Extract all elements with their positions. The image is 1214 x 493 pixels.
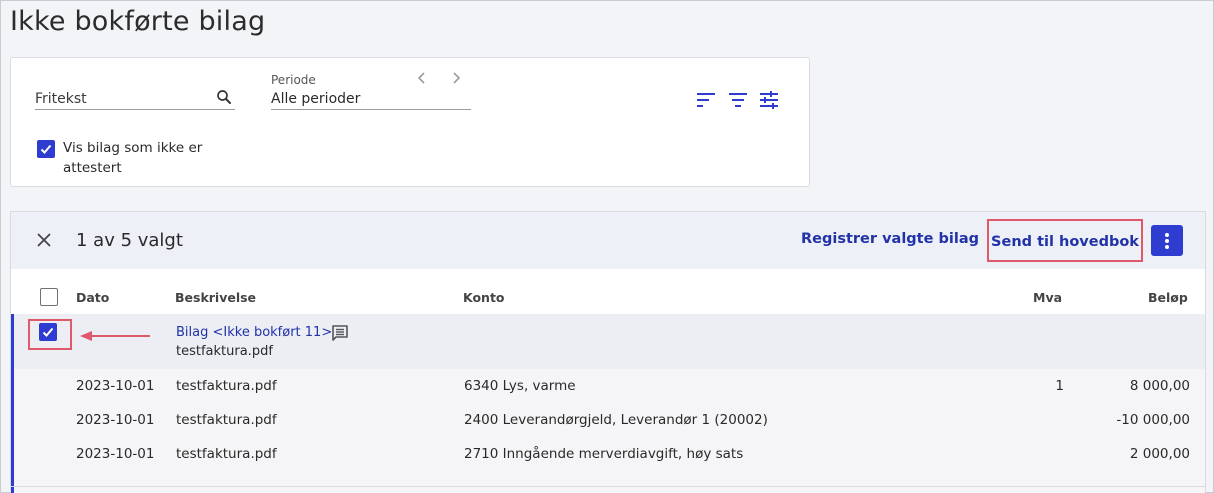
header-account[interactable]: Konto bbox=[463, 290, 505, 305]
row-date: 2023-10-01 bbox=[76, 378, 155, 394]
row-description: testfaktura.pdf bbox=[176, 378, 277, 394]
voucher-group-row[interactable]: Bilag <Ikke bokført 11> testfaktura.pdf bbox=[11, 314, 1205, 369]
show-unattested-label: Vis bilag som ikke er attestert bbox=[63, 140, 203, 176]
header-amount[interactable]: Beløp bbox=[1148, 290, 1188, 305]
chevron-left-icon[interactable] bbox=[415, 70, 429, 86]
selection-count: 1 av 5 valgt bbox=[76, 230, 183, 251]
table-row: 2023-10-01 testfaktura.pdf 6340 Lys, var… bbox=[14, 369, 1205, 403]
row-description: testfaktura.pdf bbox=[176, 412, 277, 428]
page-title: Ikke bokførte bilag bbox=[10, 6, 266, 37]
table-row: 2023-10-01 testfaktura.pdf 2400 Leverand… bbox=[14, 403, 1205, 437]
row-amount: 8 000,00 bbox=[1129, 378, 1190, 394]
row-description: testfaktura.pdf bbox=[176, 446, 277, 462]
voucher-link[interactable]: Bilag <Ikke bokført 11> bbox=[176, 325, 332, 340]
check-icon bbox=[40, 144, 52, 154]
voucher-file: testfaktura.pdf bbox=[176, 344, 273, 359]
row-amount: 2 000,00 bbox=[1129, 446, 1190, 462]
search-icon[interactable] bbox=[215, 88, 233, 106]
row-date: 2023-10-01 bbox=[76, 412, 155, 428]
search-field bbox=[35, 86, 235, 110]
more-options-button[interactable] bbox=[1151, 225, 1183, 256]
search-input[interactable] bbox=[35, 86, 205, 108]
close-icon[interactable] bbox=[35, 231, 53, 249]
period-label: Periode bbox=[271, 73, 316, 87]
arrow-annotation-icon bbox=[80, 331, 150, 341]
chevron-right-icon[interactable] bbox=[449, 70, 463, 86]
table-row: 2023-10-01 testfaktura.pdf 2710 Inngåend… bbox=[14, 437, 1205, 471]
comment-icon[interactable] bbox=[330, 323, 350, 343]
filter-icon[interactable] bbox=[727, 90, 749, 110]
check-icon bbox=[42, 327, 54, 337]
register-selected-button[interactable]: Registrer valgte bilag bbox=[801, 231, 979, 247]
row-date: 2023-10-01 bbox=[76, 446, 155, 462]
voucher-lines: 2023-10-01 testfaktura.pdf 6340 Lys, var… bbox=[11, 369, 1205, 493]
row-account: 6340 Lys, varme bbox=[464, 378, 576, 394]
row-vat: 1 bbox=[1055, 378, 1064, 394]
header-vat[interactable]: Mva bbox=[1033, 290, 1062, 305]
voucher-table-panel: 1 av 5 valgt Registrer valgte bilag Send… bbox=[10, 211, 1206, 493]
select-all-checkbox[interactable] bbox=[40, 288, 58, 306]
sort-icon[interactable] bbox=[695, 90, 717, 110]
send-to-ledger-button[interactable]: Send til hovedbok bbox=[987, 219, 1143, 262]
row-account: 2400 Leverandørgjeld, Leverandør 1 (2000… bbox=[464, 412, 768, 428]
show-unattested-checkbox[interactable] bbox=[37, 140, 55, 158]
row-checkbox[interactable] bbox=[39, 323, 57, 341]
period-select[interactable]: Alle perioder bbox=[271, 89, 471, 110]
tune-icon[interactable] bbox=[758, 90, 780, 110]
row-amount: -10 000,00 bbox=[1116, 412, 1190, 428]
divider bbox=[10, 486, 1206, 487]
table-header: Dato Beskrivelse Konto Mva Beløp bbox=[11, 269, 1205, 314]
more-vert-icon bbox=[1165, 233, 1169, 249]
header-date[interactable]: Dato bbox=[76, 290, 109, 305]
row-account: 2710 Inngående merverdiavgift, høy sats bbox=[464, 446, 744, 462]
selection-toolbar: 1 av 5 valgt Registrer valgte bilag Send… bbox=[11, 212, 1205, 269]
header-description[interactable]: Beskrivelse bbox=[175, 290, 256, 305]
filter-panel: Periode Alle perioder Vis bilag som ikke… bbox=[10, 57, 810, 187]
